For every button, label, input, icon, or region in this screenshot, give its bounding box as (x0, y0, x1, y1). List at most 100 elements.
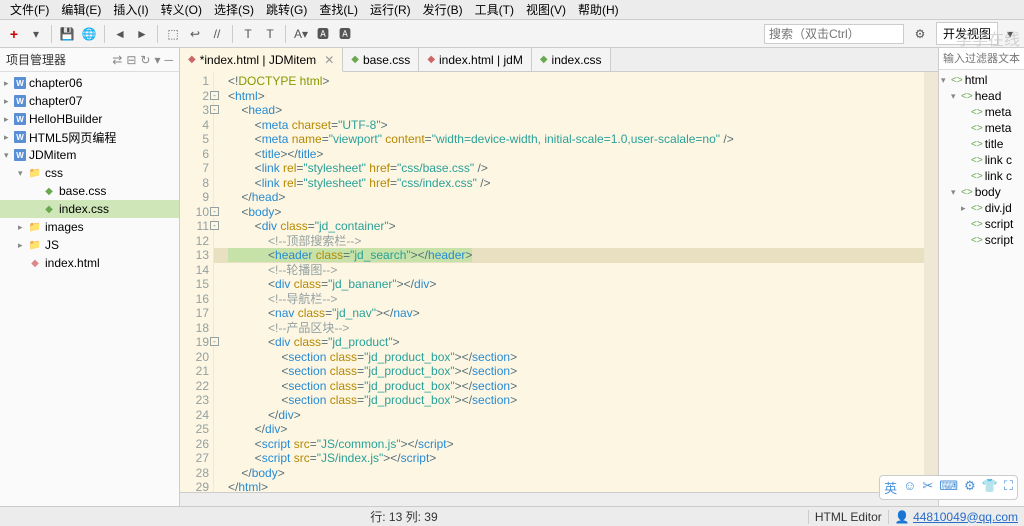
outline-item[interactable]: ▾<>html (939, 72, 1024, 88)
sidebar-header: 项目管理器 ⇄ ⊟ ↻ ▾ ─ (0, 48, 179, 72)
project-tree: ▸Wchapter06▸Wchapter07▸WHelloHBuilder▸WH… (0, 72, 179, 506)
horizontal-scrollbar[interactable] (180, 492, 938, 506)
ime-icon[interactable]: 英 (884, 478, 897, 497)
vertical-scrollbar[interactable] (924, 72, 938, 492)
separator (104, 25, 105, 43)
editor-tab[interactable]: ◆index.css (532, 48, 611, 71)
code-content[interactable]: <!DOCTYPE html><html> <head> <meta chars… (214, 72, 924, 492)
font-icon[interactable]: 🅰 (313, 24, 333, 44)
forward-icon[interactable]: ► (132, 24, 152, 44)
menubar: 文件(F)编辑(E)插入(I)转义(O)选择(S)跳转(G)查找(L)运行(R)… (0, 0, 1024, 20)
menu-item[interactable]: 运行(R) (364, 0, 417, 20)
view-mode-button[interactable]: 开发视图 (936, 22, 998, 45)
ime-icon[interactable]: ⚙ (964, 478, 976, 497)
account[interactable]: 👤 44810049@qq.com (888, 510, 1024, 524)
editor-tab[interactable]: ◆*index.html | JDMitem✕ (180, 48, 343, 72)
ime-icon[interactable]: 👕 (982, 478, 998, 497)
fold-icon[interactable]: - (210, 221, 219, 230)
fold-icon[interactable]: - (210, 105, 219, 114)
tree-item[interactable]: ▸WHTML5网页编程 (0, 128, 179, 146)
editor-tabs: ◆*index.html | JDMitem✕◆base.css◆index.h… (180, 48, 938, 72)
fold-icon[interactable]: - (210, 207, 219, 216)
menu-icon[interactable]: ▾ (154, 53, 160, 67)
ime-icon[interactable]: ⛶ (1004, 478, 1013, 497)
tree-item[interactable]: ◆index.css (0, 200, 179, 218)
text-icon[interactable]: T (238, 24, 258, 44)
outline-item[interactable]: <>script (939, 216, 1024, 232)
outline-item[interactable]: <>link c (939, 168, 1024, 184)
email-link[interactable]: 44810049@qq.com (913, 510, 1018, 524)
outline-item[interactable]: ▾<>head (939, 88, 1024, 104)
settings-icon[interactable]: A▾ (291, 24, 311, 44)
editor-tab[interactable]: ◆index.html | jdM (419, 48, 532, 71)
outline-item[interactable]: <>link c (939, 152, 1024, 168)
fold-icon[interactable]: - (210, 91, 219, 100)
outline-filter-input[interactable] (939, 48, 1024, 69)
code-editor[interactable]: 12-3-45678910-11-1213141516171819-202122… (180, 72, 938, 492)
tree-item[interactable]: ▾📁css (0, 164, 179, 182)
sidebar-title: 项目管理器 (6, 51, 66, 68)
toolbar: + ▾ 💾 🌐 ◄ ► ⬚ ↩ // T T A▾ 🅰 🅰 ⚙ 开发视图 ▾ (0, 20, 1024, 48)
menu-item[interactable]: 编辑(E) (55, 0, 107, 20)
tree-item[interactable]: ▸WHelloHBuilder (0, 110, 179, 128)
separator (157, 25, 158, 43)
menu-item[interactable]: 选择(S) (208, 0, 260, 20)
refresh-icon[interactable]: ↻ (140, 53, 150, 67)
search-input[interactable] (764, 24, 904, 44)
statusbar: 行: 13 列: 39 HTML Editor 👤 44810049@qq.co… (0, 506, 1024, 526)
menu-item[interactable]: 跳转(G) (260, 0, 313, 20)
tree-item[interactable]: ▸Wchapter07 (0, 92, 179, 110)
new-button[interactable]: + (4, 24, 24, 44)
outline-item[interactable]: ▸<>div.jd (939, 200, 1024, 216)
menu-item[interactable]: 工具(T) (469, 0, 520, 20)
tree-item[interactable]: ▸📁images (0, 218, 179, 236)
menu-item[interactable]: 帮助(H) (572, 0, 625, 20)
tree-item[interactable]: ◆index.html (0, 254, 179, 272)
outline-search (939, 48, 1024, 70)
comment-icon[interactable]: // (207, 24, 227, 44)
project-explorer: 项目管理器 ⇄ ⊟ ↻ ▾ ─ ▸Wchapter06▸Wchapter07▸W… (0, 48, 180, 506)
collapse-icon[interactable]: ⊟ (126, 53, 136, 67)
outline-tree: ▾<>html▾<>head<>meta<>meta<>title<>link … (939, 70, 1024, 506)
menu-item[interactable]: 转义(O) (155, 0, 208, 20)
outline-item[interactable]: ▾<>body (939, 184, 1024, 200)
menu-item[interactable]: 插入(I) (107, 0, 154, 20)
main-area: 项目管理器 ⇄ ⊟ ↻ ▾ ─ ▸Wchapter06▸Wchapter07▸W… (0, 48, 1024, 506)
separator (232, 25, 233, 43)
tree-item[interactable]: ◆base.css (0, 182, 179, 200)
config-icon[interactable]: ⚙ (910, 24, 930, 44)
font2-icon[interactable]: 🅰 (335, 24, 355, 44)
editor-tab[interactable]: ◆base.css (343, 48, 419, 71)
outline-item[interactable]: <>script (939, 232, 1024, 248)
menu-item[interactable]: 视图(V) (520, 0, 572, 20)
separator (51, 25, 52, 43)
close-icon[interactable]: ✕ (324, 53, 334, 67)
text2-icon[interactable]: T (260, 24, 280, 44)
tag-icon[interactable]: ⬚ (163, 24, 183, 44)
dropdown-icon[interactable]: ▾ (26, 24, 46, 44)
menu-item[interactable]: 文件(F) (4, 0, 55, 20)
fold-icon[interactable]: - (210, 337, 219, 346)
tree-item[interactable]: ▸📁JS (0, 236, 179, 254)
outline-item[interactable]: <>meta (939, 104, 1024, 120)
outline-item[interactable]: <>meta (939, 120, 1024, 136)
editor-mode: HTML Editor (808, 510, 888, 524)
editor-area: ◆*index.html | JDMitem✕◆base.css◆index.h… (180, 48, 938, 506)
back-icon[interactable]: ◄ (110, 24, 130, 44)
menu-item[interactable]: 发行(B) (417, 0, 469, 20)
tree-item[interactable]: ▾WJDMitem (0, 146, 179, 164)
link-icon[interactable]: ⇄ (112, 53, 122, 67)
ime-icon[interactable]: ✂ (922, 478, 933, 497)
separator (285, 25, 286, 43)
outline-item[interactable]: <>title (939, 136, 1024, 152)
menu-item[interactable]: 查找(L) (313, 0, 364, 20)
tree-item[interactable]: ▸Wchapter06 (0, 74, 179, 92)
ime-icon[interactable]: ☺ (903, 478, 916, 497)
ime-icon[interactable]: ⌨ (939, 478, 958, 497)
outline-panel: ▾<>html▾<>head<>meta<>meta<>title<>link … (938, 48, 1024, 506)
more-icon[interactable]: ▾ (1000, 24, 1020, 44)
wrap-icon[interactable]: ↩ (185, 24, 205, 44)
browser-icon[interactable]: 🌐 (79, 24, 99, 44)
minimize-icon[interactable]: ─ (164, 53, 173, 67)
save-icon[interactable]: 💾 (57, 24, 77, 44)
